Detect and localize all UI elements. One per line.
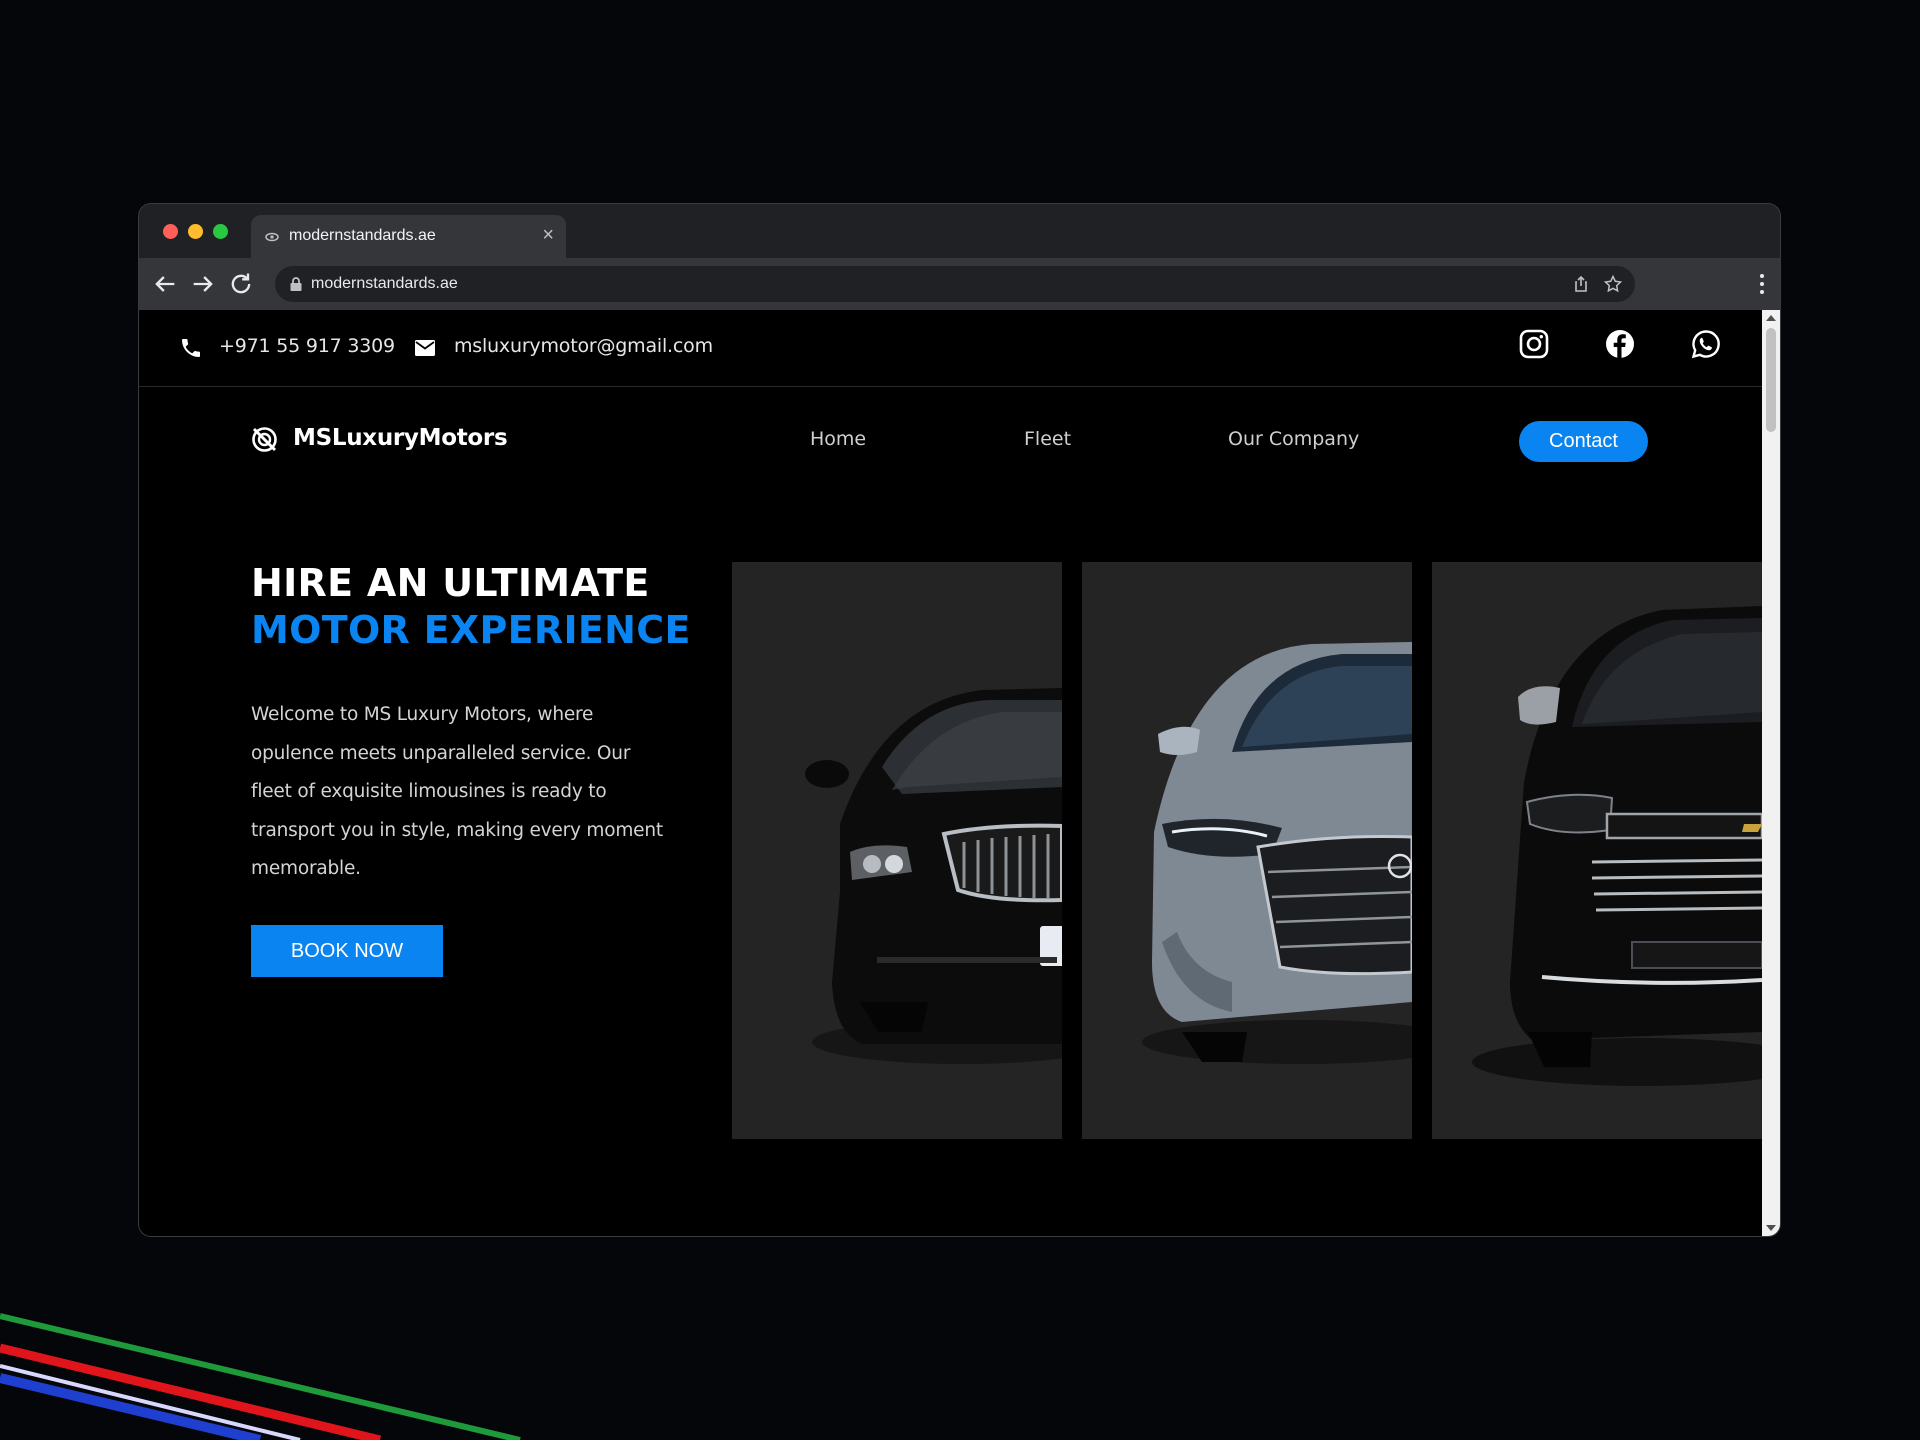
contact-bar: +971 55 917 3309 msluxurymotor@gmail.com	[139, 310, 1762, 387]
scroll-down-icon[interactable]	[1766, 1225, 1776, 1231]
lock-icon	[290, 277, 302, 291]
tab-bar: modernstandards.ae ×	[139, 204, 1780, 258]
browser-menu-icon[interactable]	[1758, 270, 1766, 298]
page-scrollbar[interactable]	[1762, 310, 1780, 1236]
contact-button[interactable]: Contact	[1519, 421, 1648, 462]
reload-icon[interactable]	[227, 270, 255, 298]
nav-our-company[interactable]: Our Company	[1228, 428, 1359, 450]
black-limousine-image	[805, 688, 1062, 1064]
logo-icon	[252, 427, 277, 452]
scroll-up-icon[interactable]	[1766, 315, 1776, 321]
nav-fleet[interactable]: Fleet	[1024, 428, 1071, 450]
url-text: modernstandards.ae	[311, 275, 458, 292]
share-icon[interactable]	[1571, 274, 1591, 294]
scroll-thumb[interactable]	[1766, 328, 1776, 432]
silver-sedan-image	[1142, 642, 1412, 1064]
facebook-icon[interactable]	[1604, 328, 1636, 360]
tab-title: modernstandards.ae	[289, 227, 436, 244]
minimize-window-button[interactable]	[188, 224, 203, 239]
page-viewport: +971 55 917 3309 msluxurymotor@gmail.com	[139, 310, 1762, 1236]
close-window-button[interactable]	[163, 224, 178, 239]
browser-toolbar: modernstandards.ae	[139, 258, 1780, 310]
hero-title-line1: HIRE AN ULTIMATE	[251, 561, 650, 605]
email-address[interactable]: msluxurymotor@gmail.com	[454, 335, 713, 357]
phone-number[interactable]: +971 55 917 3309	[219, 335, 395, 357]
browser-tab[interactable]: modernstandards.ae ×	[251, 215, 566, 258]
hero-description: Welcome to MS Luxury Motors, where opule…	[251, 704, 663, 879]
fleet-card-suv[interactable]	[1432, 562, 1762, 1139]
address-bar[interactable]: modernstandards.ae	[275, 266, 1635, 302]
forward-icon[interactable]	[189, 270, 217, 298]
browser-window: modernstandards.ae × modernstandards.ae	[139, 204, 1780, 1236]
tab-close-icon[interactable]: ×	[542, 224, 554, 246]
nav-home[interactable]: Home	[810, 428, 866, 450]
hero-title-line2: MOTOR EXPERIENCE	[251, 608, 691, 652]
site-favicon-icon	[265, 232, 279, 242]
maximize-window-button[interactable]	[213, 224, 228, 239]
whatsapp-icon[interactable]	[1690, 328, 1722, 360]
fleet-card-limousine[interactable]	[732, 562, 1062, 1139]
instagram-icon[interactable]	[1518, 328, 1550, 360]
back-icon[interactable]	[151, 270, 179, 298]
site-logo[interactable]: MSLuxuryMotors	[293, 425, 508, 451]
bookmark-star-icon[interactable]	[1603, 274, 1623, 294]
email-icon	[415, 340, 435, 356]
black-suv-image	[1472, 606, 1762, 1086]
book-now-button[interactable]: BOOK NOW	[251, 925, 443, 977]
phone-icon	[182, 339, 200, 357]
fleet-card-sedan[interactable]	[1082, 562, 1412, 1139]
